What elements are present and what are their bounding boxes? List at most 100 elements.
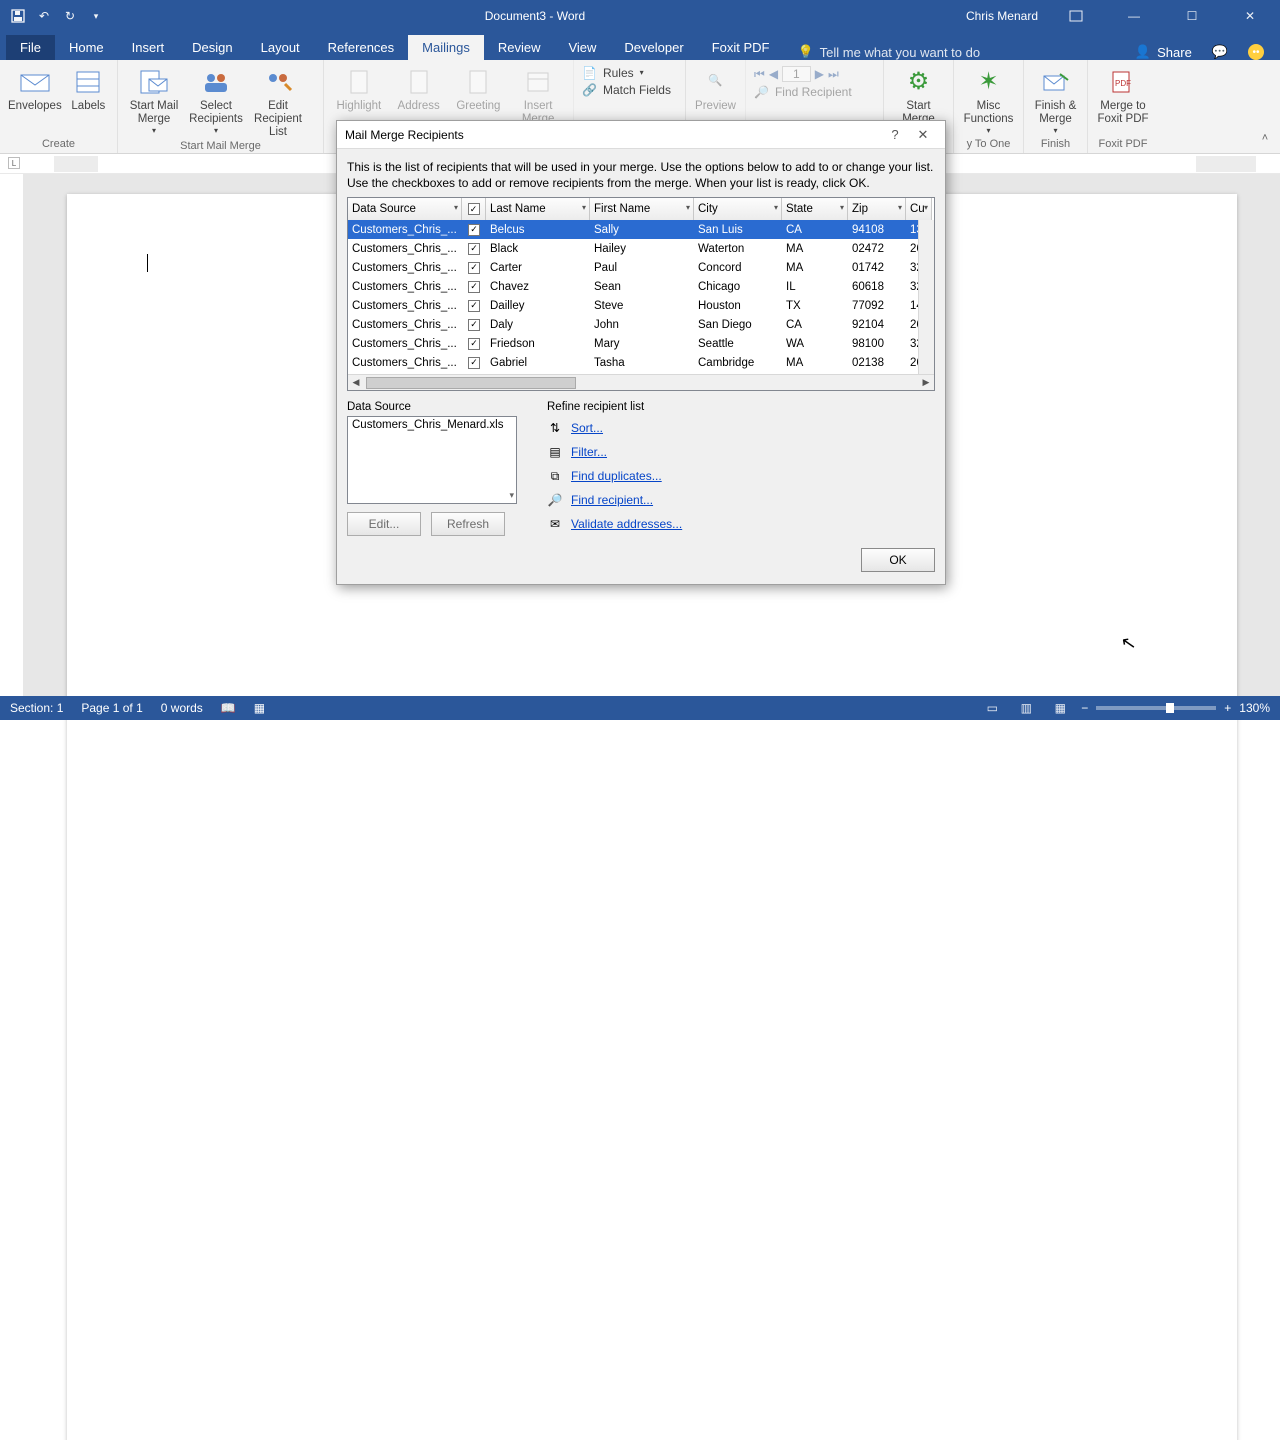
zoom-level[interactable]: 130% — [1239, 701, 1270, 715]
find-recipient-link[interactable]: 🔎Find recipient... — [547, 488, 682, 512]
comments-icon[interactable]: 💬 — [1212, 44, 1228, 60]
data-source-item[interactable]: Customers_Chris_Menard.xls — [352, 419, 503, 431]
maximize-icon[interactable]: ☐ — [1172, 2, 1212, 30]
row-checkbox[interactable]: ✓ — [468, 338, 480, 350]
tab-mailings[interactable]: Mailings — [408, 35, 484, 60]
edit-button[interactable]: Edit... — [347, 512, 421, 536]
feedback-icon[interactable]: •• — [1248, 44, 1264, 60]
share-button[interactable]: 👤 Share — [1135, 44, 1192, 60]
qat-more-icon[interactable]: ▾ — [88, 8, 104, 24]
tab-view[interactable]: View — [554, 35, 610, 60]
minimize-icon[interactable]: — — [1114, 2, 1154, 30]
edit-recipient-list-button[interactable]: Edit Recipient List — [250, 64, 306, 140]
select-all-checkbox[interactable]: ✓ — [468, 203, 480, 215]
next-record-icon[interactable]: ▶ — [815, 67, 824, 81]
ok-button[interactable]: OK — [861, 548, 935, 572]
column-header[interactable]: Zip▾ — [848, 198, 906, 220]
status-section[interactable]: Section: 1 — [10, 701, 63, 715]
chevron-down-icon[interactable]: ▾ — [924, 203, 928, 212]
chevron-down-icon[interactable]: ▾ — [686, 203, 690, 212]
column-header[interactable]: Last Name▾ — [486, 198, 590, 220]
tab-selector[interactable]: L — [8, 157, 20, 169]
chevron-down-icon[interactable]: ▾ — [898, 203, 902, 212]
status-words[interactable]: 0 words — [161, 701, 203, 715]
table-row[interactable]: Customers_Chris_...✓DailleySteveHoustonT… — [348, 296, 934, 315]
macro-icon[interactable]: ▦ — [254, 701, 265, 715]
tab-developer[interactable]: Developer — [610, 35, 697, 60]
table-row[interactable]: Customers_Chris_...✓DalyJohnSan DiegoCA9… — [348, 315, 934, 334]
tab-review[interactable]: Review — [484, 35, 555, 60]
horizontal-scrollbar[interactable]: ◀ ▶ — [348, 374, 934, 390]
read-mode-icon[interactable]: ▭ — [979, 699, 1005, 717]
zoom-out-icon[interactable]: − — [1081, 701, 1088, 715]
record-number[interactable]: 1 — [782, 66, 811, 82]
filter-link[interactable]: ▤Filter... — [547, 440, 682, 464]
vertical-scrollbar[interactable] — [918, 220, 934, 374]
tab-layout[interactable]: Layout — [247, 35, 314, 60]
last-record-icon[interactable]: ⏭ — [828, 67, 839, 82]
labels-button[interactable]: Labels — [68, 64, 109, 113]
sort-link[interactable]: ⇅Sort... — [547, 416, 682, 440]
tab-insert[interactable]: Insert — [118, 35, 179, 60]
record-navigator[interactable]: ⏮ ◀ 1 ▶ ⏭ — [754, 66, 875, 82]
print-layout-icon[interactable]: ▥ — [1013, 699, 1039, 717]
table-row[interactable]: Customers_Chris_...✓BlackHaileyWatertonM… — [348, 239, 934, 258]
table-row[interactable]: Customers_Chris_...✓GabrielTashaCambridg… — [348, 353, 934, 372]
refresh-button[interactable]: Refresh — [431, 512, 505, 536]
envelopes-button[interactable]: Envelopes — [8, 64, 62, 113]
table-row[interactable]: Customers_Chris_...✓FriedsonMarySeattleW… — [348, 334, 934, 353]
status-page[interactable]: Page 1 of 1 — [81, 701, 142, 715]
find-recipient-button[interactable]: 🔎Find Recipient — [754, 85, 875, 99]
column-header[interactable]: City▾ — [694, 198, 782, 220]
start-mail-merge-button[interactable]: Start Mail Merge ▾ — [126, 64, 182, 136]
match-fields-button[interactable]: 🔗Match Fields — [582, 83, 671, 97]
zoom-slider[interactable] — [1096, 706, 1216, 710]
column-header[interactable]: Data Source▾ — [348, 198, 462, 220]
merge-to-foxit-button[interactable]: PDFMerge to Foxit PDF — [1096, 64, 1150, 126]
validate-addresses-link[interactable]: ✉Validate addresses... — [547, 512, 682, 536]
help-icon[interactable]: ? — [881, 127, 909, 142]
column-header[interactable]: State▾ — [782, 198, 848, 220]
zoom-in-icon[interactable]: + — [1224, 701, 1231, 715]
redo-icon[interactable]: ↻ — [62, 8, 78, 24]
start-merge-button[interactable]: ⚙Start Merge — [892, 64, 945, 126]
table-row[interactable]: Customers_Chris_...✓BelcusSallySan LuisC… — [348, 220, 934, 239]
web-layout-icon[interactable]: ▦ — [1047, 699, 1073, 717]
row-checkbox[interactable]: ✓ — [468, 243, 480, 255]
data-source-list[interactable]: Customers_Chris_Menard.xls ▾ — [347, 416, 517, 504]
tell-me-search[interactable]: 💡 Tell me what you want to do — [797, 44, 980, 60]
ribbon-display-icon[interactable] — [1056, 2, 1096, 30]
tab-references[interactable]: References — [314, 35, 408, 60]
undo-icon[interactable]: ↶ — [36, 8, 52, 24]
tab-file[interactable]: File — [6, 35, 55, 60]
finish-merge-button[interactable]: Finish & Merge▾ — [1032, 64, 1079, 136]
prev-record-icon[interactable]: ◀ — [769, 67, 778, 81]
first-record-icon[interactable]: ⏮ — [754, 67, 765, 82]
misc-functions-button[interactable]: ✶Misc Functions▾ — [962, 64, 1015, 136]
chevron-down-icon[interactable]: ▾ — [840, 203, 844, 212]
tab-design[interactable]: Design — [178, 35, 246, 60]
row-checkbox[interactable]: ✓ — [468, 224, 480, 236]
row-checkbox[interactable]: ✓ — [468, 281, 480, 293]
select-recipients-button[interactable]: Select Recipients ▾ — [188, 64, 244, 136]
row-checkbox[interactable]: ✓ — [468, 262, 480, 274]
tab-foxit-pdf[interactable]: Foxit PDF — [698, 35, 784, 60]
column-header[interactable]: First Name▾ — [590, 198, 694, 220]
tab-home[interactable]: Home — [55, 35, 118, 60]
chevron-down-icon[interactable]: ▾ — [454, 203, 458, 212]
table-row[interactable]: Customers_Chris_...✓ChavezSeanChicagoIL6… — [348, 277, 934, 296]
close-icon[interactable]: ✕ — [1230, 2, 1270, 30]
collapse-ribbon-icon[interactable]: ˄ — [1256, 132, 1274, 150]
row-checkbox[interactable]: ✓ — [468, 357, 480, 369]
rules-button[interactable]: 📄Rules ▾ — [582, 66, 671, 80]
spellcheck-icon[interactable]: 📖 — [221, 701, 236, 715]
dialog-close-icon[interactable]: ✕ — [909, 127, 937, 143]
row-checkbox[interactable]: ✓ — [468, 319, 480, 331]
row-checkbox[interactable]: ✓ — [468, 300, 480, 312]
column-header[interactable]: ✓ — [462, 198, 486, 220]
column-header[interactable]: Cu▾ — [906, 198, 932, 220]
find-duplicates-link[interactable]: ⧉Find duplicates... — [547, 464, 682, 488]
chevron-down-icon[interactable]: ▾ — [774, 203, 778, 212]
recipients-table[interactable]: Data Source▾ ✓ Last Name▾First Name▾City▾S… — [347, 197, 935, 391]
save-icon[interactable] — [10, 8, 26, 24]
